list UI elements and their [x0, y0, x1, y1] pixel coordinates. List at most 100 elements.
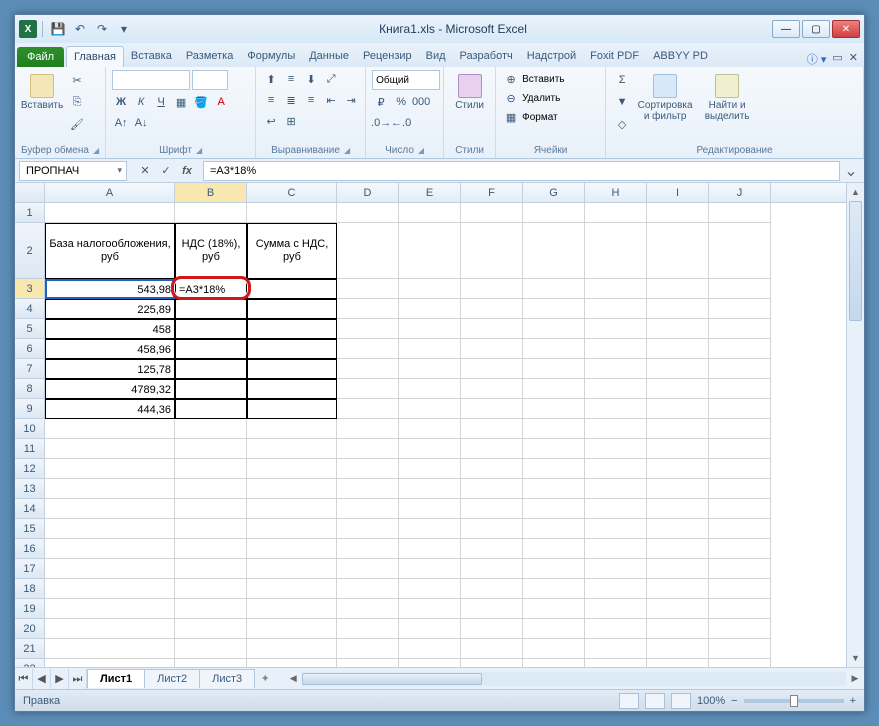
cell-J21[interactable] [709, 639, 771, 659]
cell-F9[interactable] [461, 399, 523, 419]
currency-icon[interactable]: ₽ [372, 93, 390, 111]
cell-A10[interactable] [45, 419, 175, 439]
cell-I10[interactable] [647, 419, 709, 439]
cell-E8[interactable] [399, 379, 461, 399]
minimize-button[interactable]: — [772, 20, 800, 38]
format-painter-icon[interactable]: 🖌 [67, 114, 87, 134]
shrink-font-icon[interactable]: A↓ [132, 114, 150, 132]
percent-icon[interactable]: % [392, 93, 410, 111]
cell-F18[interactable] [461, 579, 523, 599]
cell-A1[interactable] [45, 203, 175, 223]
cell-B10[interactable] [175, 419, 247, 439]
cell-F6[interactable] [461, 339, 523, 359]
cell-B9[interactable] [175, 399, 247, 419]
cell-J7[interactable] [709, 359, 771, 379]
cell-J12[interactable] [709, 459, 771, 479]
scroll-thumb[interactable] [849, 201, 862, 321]
row-header-18[interactable]: 18 [15, 579, 45, 599]
cell-I15[interactable] [647, 519, 709, 539]
cell-H18[interactable] [585, 579, 647, 599]
cell-I9[interactable] [647, 399, 709, 419]
cell-F19[interactable] [461, 599, 523, 619]
row-header-17[interactable]: 17 [15, 559, 45, 579]
paste-button[interactable]: Вставить [21, 70, 63, 136]
cell-I8[interactable] [647, 379, 709, 399]
page-break-view-icon[interactable] [671, 693, 691, 709]
cell-C21[interactable] [247, 639, 337, 659]
cell-F1[interactable] [461, 203, 523, 223]
redo-icon[interactable]: ↷ [92, 19, 112, 39]
cell-A6[interactable]: 458,96 [45, 339, 175, 359]
row-header-21[interactable]: 21 [15, 639, 45, 659]
formula-input[interactable]: =A3*18% [203, 161, 840, 181]
scroll-up-icon[interactable]: ▲ [847, 183, 864, 201]
select-all-corner[interactable] [15, 183, 45, 202]
cell-D15[interactable] [337, 519, 399, 539]
cell-G15[interactable] [523, 519, 585, 539]
column-header-B[interactable]: B [175, 183, 247, 202]
cell-E17[interactable] [399, 559, 461, 579]
sheet-nav-last-icon[interactable]: ⏭ [69, 669, 87, 689]
ribbon-tab-рецензир[interactable]: Рецензир [356, 46, 419, 67]
cell-I2[interactable] [647, 223, 709, 279]
cell-A19[interactable] [45, 599, 175, 619]
cell-D2[interactable] [337, 223, 399, 279]
indent-dec-icon[interactable]: ⇤ [322, 91, 340, 109]
cell-A16[interactable] [45, 539, 175, 559]
cell-G7[interactable] [523, 359, 585, 379]
cell-B19[interactable] [175, 599, 247, 619]
zoom-slider[interactable] [744, 699, 844, 703]
sheet-tab-Лист1[interactable]: Лист1 [87, 669, 145, 688]
cell-D5[interactable] [337, 319, 399, 339]
cell-B20[interactable] [175, 619, 247, 639]
cell-B21[interactable] [175, 639, 247, 659]
cell-F21[interactable] [461, 639, 523, 659]
grow-font-icon[interactable]: A↑ [112, 114, 130, 132]
ribbon-tab-вставка[interactable]: Вставка [124, 46, 179, 67]
cell-G12[interactable] [523, 459, 585, 479]
close-button[interactable]: ✕ [832, 20, 860, 38]
column-header-F[interactable]: F [461, 183, 523, 202]
cell-D10[interactable] [337, 419, 399, 439]
row-header-11[interactable]: 11 [15, 439, 45, 459]
bold-icon[interactable]: Ж [112, 93, 130, 111]
cell-D6[interactable] [337, 339, 399, 359]
cell-B8[interactable] [175, 379, 247, 399]
row-header-14[interactable]: 14 [15, 499, 45, 519]
cell-F10[interactable] [461, 419, 523, 439]
cell-B7[interactable] [175, 359, 247, 379]
add-sheet-icon[interactable]: ✦ [254, 672, 276, 685]
cell-G22[interactable] [523, 659, 585, 667]
cell-D19[interactable] [337, 599, 399, 619]
align-top-icon[interactable]: ⬆ [262, 70, 280, 88]
row-header-12[interactable]: 12 [15, 459, 45, 479]
name-box[interactable]: ПРОПНАЧ [19, 161, 127, 181]
cell-H19[interactable] [585, 599, 647, 619]
cell-I7[interactable] [647, 359, 709, 379]
cell-D18[interactable] [337, 579, 399, 599]
column-header-J[interactable]: J [709, 183, 771, 202]
cell-G17[interactable] [523, 559, 585, 579]
cell-G14[interactable] [523, 499, 585, 519]
cell-G10[interactable] [523, 419, 585, 439]
cell-A13[interactable] [45, 479, 175, 499]
cell-G8[interactable] [523, 379, 585, 399]
row-header-8[interactable]: 8 [15, 379, 45, 399]
sheet-tab-Лист3[interactable]: Лист3 [199, 669, 255, 688]
row-header-7[interactable]: 7 [15, 359, 45, 379]
cell-E14[interactable] [399, 499, 461, 519]
cell-E15[interactable] [399, 519, 461, 539]
cell-D16[interactable] [337, 539, 399, 559]
cell-E4[interactable] [399, 299, 461, 319]
column-header-C[interactable]: C [247, 183, 337, 202]
cell-F22[interactable] [461, 659, 523, 667]
cell-I12[interactable] [647, 459, 709, 479]
cell-C12[interactable] [247, 459, 337, 479]
cell-H8[interactable] [585, 379, 647, 399]
cell-C1[interactable] [247, 203, 337, 223]
cell-F12[interactable] [461, 459, 523, 479]
row-header-22[interactable]: 22 [15, 659, 45, 667]
cell-F13[interactable] [461, 479, 523, 499]
row-header-20[interactable]: 20 [15, 619, 45, 639]
zoom-level[interactable]: 100% [697, 695, 725, 707]
